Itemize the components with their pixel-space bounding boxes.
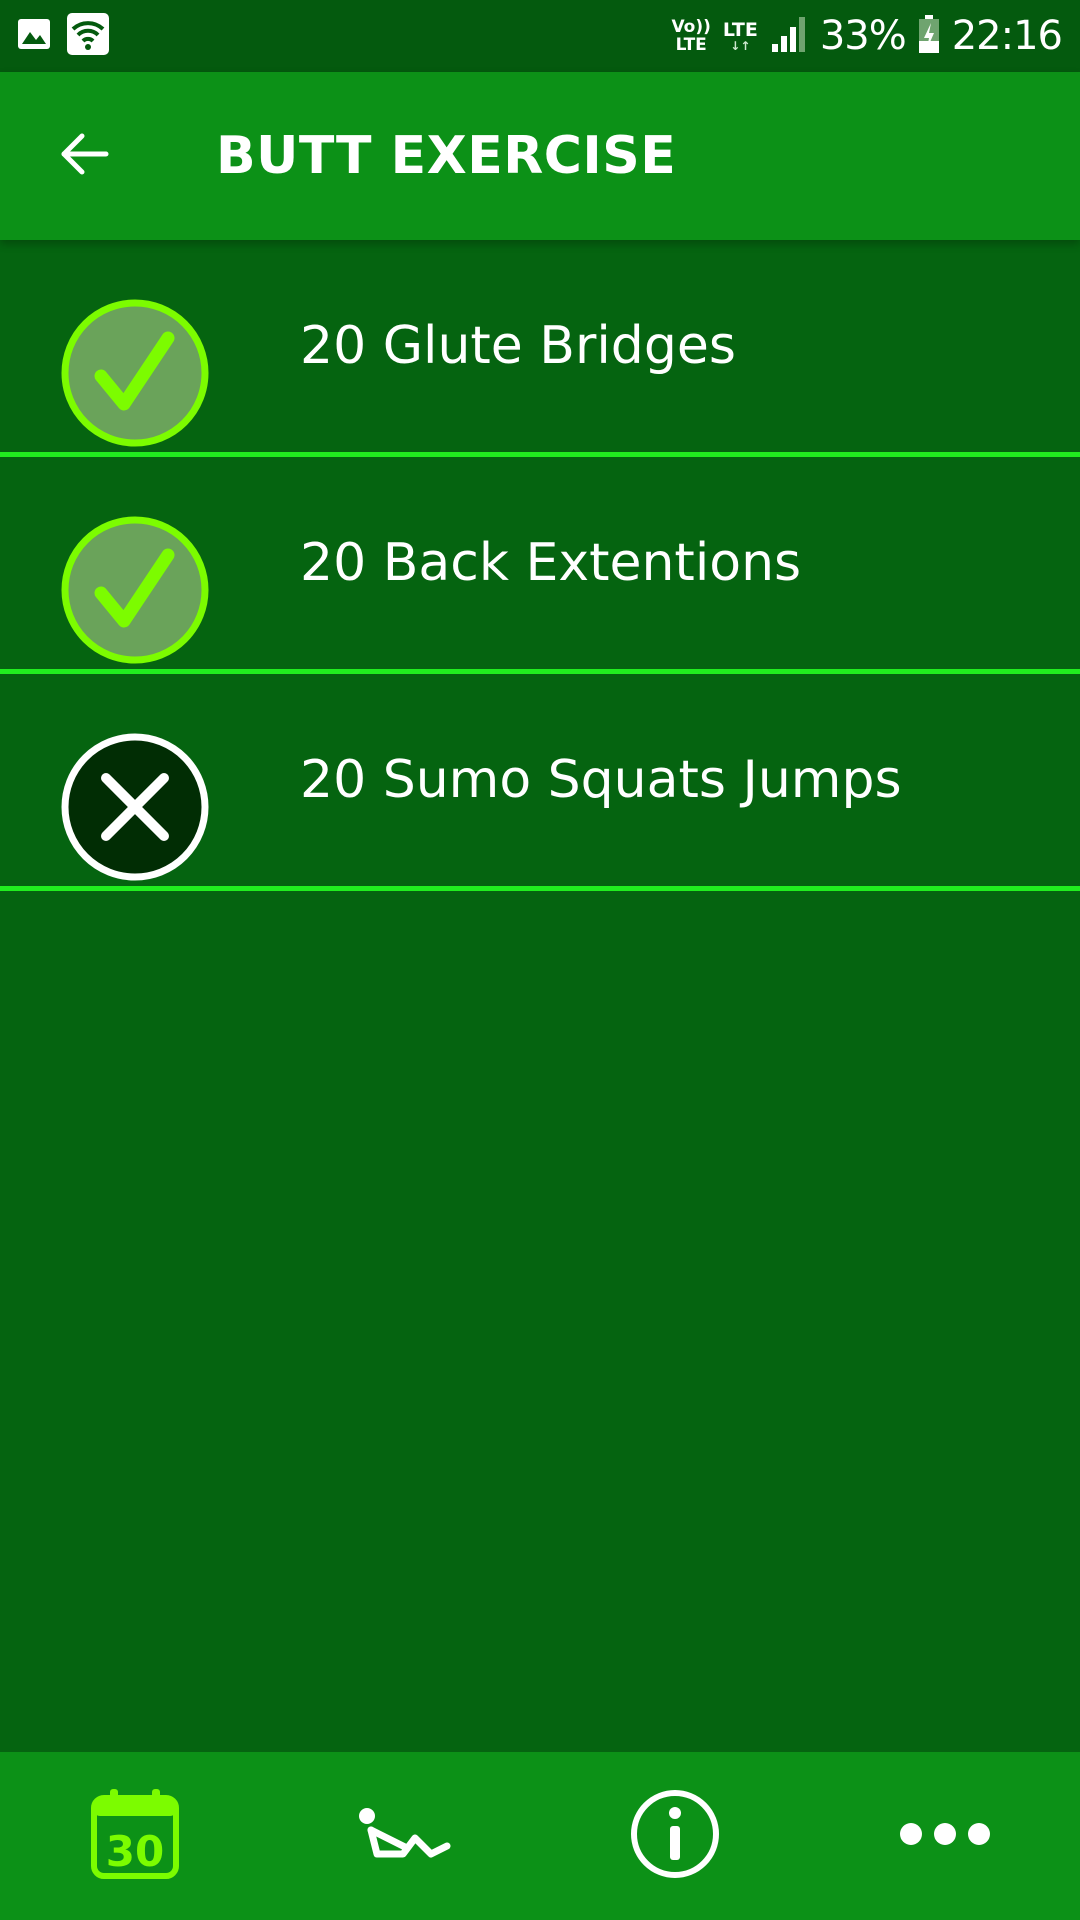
checkmark-circle-icon — [60, 298, 210, 448]
exercise-item[interactable]: 20 Back Extentions — [0, 457, 1080, 674]
data-arrows: ↓↑ — [730, 39, 751, 53]
exercise-list: 20 Glute Bridges 20 Back Extentions 20 S… — [0, 240, 1080, 891]
nav-calendar[interactable]: 30 — [0, 1752, 270, 1920]
app-bar: BUTT EXERCISE — [0, 72, 1080, 240]
back-button[interactable] — [44, 116, 124, 196]
exercise-label: 20 Glute Bridges — [300, 316, 736, 376]
volte-indicator: Vo)) LTE — [671, 18, 710, 54]
lte-indicator: LTE ↓↑ — [723, 20, 758, 52]
arrow-back-icon — [58, 128, 110, 184]
signal-strength-icon — [770, 14, 808, 58]
status-right-icons: Vo)) LTE LTE ↓↑ 33% 22:16 — [671, 10, 1063, 62]
wifi-hotspot-notification-icon — [66, 12, 110, 60]
nav-exercise[interactable] — [270, 1752, 540, 1920]
gallery-notification-icon — [16, 16, 52, 56]
calendar-30-icon: 30 — [90, 1788, 180, 1884]
checkmark-circle-icon — [60, 515, 210, 665]
cross-circle-icon — [60, 732, 210, 882]
exercise-item[interactable]: 20 Glute Bridges — [0, 240, 1080, 457]
volte-top-text: Vo)) — [671, 17, 711, 37]
nav-info[interactable] — [540, 1752, 810, 1920]
bottom-nav: 30 — [0, 1752, 1080, 1920]
more-icon — [899, 1820, 991, 1852]
exercise-label: 20 Back Extentions — [300, 533, 802, 593]
status-left-icons — [16, 12, 110, 60]
status-bar: Vo)) LTE LTE ↓↑ 33% 22:16 — [0, 0, 1080, 72]
page-title: BUTT EXERCISE — [216, 126, 677, 186]
clock: 22:16 — [951, 13, 1063, 59]
volte-bottom-text: LTE — [675, 35, 707, 55]
info-icon — [629, 1788, 721, 1884]
battery-percent: 33% — [819, 13, 907, 59]
calendar-day-text: 30 — [106, 1827, 164, 1876]
exercise-icon — [357, 1804, 453, 1868]
exercise-label: 20 Sumo Squats Jumps — [300, 750, 902, 810]
exercise-item[interactable]: 20 Sumo Squats Jumps — [0, 674, 1080, 891]
battery-charging-icon — [918, 14, 940, 58]
nav-more[interactable] — [810, 1752, 1080, 1920]
lte-text: LTE — [722, 19, 758, 41]
